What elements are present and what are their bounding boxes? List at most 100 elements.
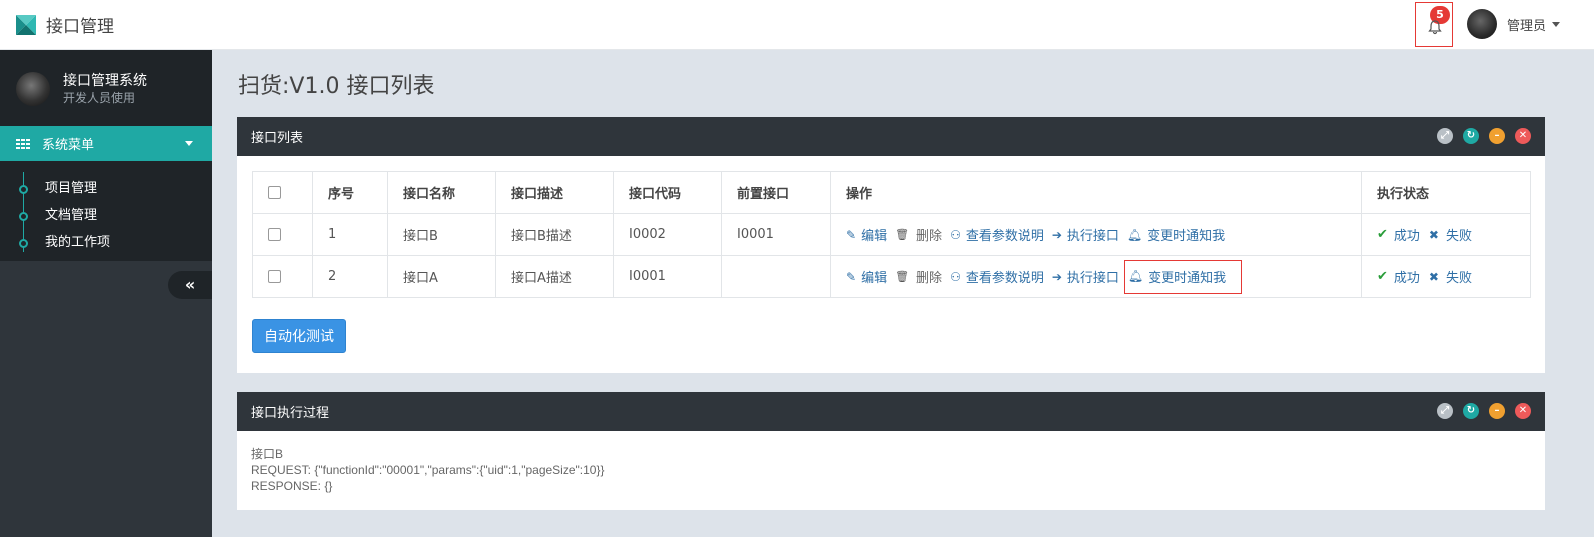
interface-table: 序号 接口名称 接口描述 接口代码 前置接口 操作 执行状态 1 接口B 接口B… — [252, 171, 1531, 298]
pencil-icon: ✎ — [846, 269, 857, 284]
user-menu[interactable]: 管理员 — [1467, 9, 1561, 39]
row-checkbox[interactable] — [268, 228, 281, 241]
panel-header: 接口执行过程 ⤢ ↻ – ✕ — [237, 392, 1545, 431]
sidebar-top: 接口管理系统 开发人员使用 系统菜单 项目管理 文档管理 我的工作项 — [0, 50, 212, 261]
edit-link[interactable]: 编辑 — [861, 225, 887, 244]
circle-icon — [19, 212, 28, 221]
sidebar-profile: 接口管理系统 开发人员使用 — [16, 72, 147, 106]
actions-cell: ✎ 编辑 🗑 删除 ⚇ 查看参数说明 ➔ 执行接口 🔔︎ 变更时通知我 — [830, 255, 1362, 298]
refresh-icon[interactable]: ↻ — [1463, 403, 1479, 419]
sidebar-item-work[interactable]: 我的工作项 — [0, 227, 212, 254]
status-success-link[interactable]: 成功 — [1394, 225, 1420, 244]
auto-test-button[interactable]: 自动化测试 — [252, 319, 346, 353]
binoculars-icon: ⚇ — [950, 227, 961, 242]
desc-cell: 接口B描述 — [495, 213, 614, 256]
profile-avatar — [16, 72, 50, 106]
notification-button[interactable]: 5 — [1415, 2, 1453, 47]
status-fail-link[interactable]: 失败 — [1446, 267, 1472, 286]
column-header: 接口代码 — [613, 171, 722, 214]
pre-cell — [721, 255, 831, 298]
panel-tools: ⤢ ↻ – ✕ — [1437, 403, 1531, 419]
table-row: 1 接口B 接口B描述 I0002 I0001 ✎ 编辑 🗑 删除 ⚇ 查看参数… — [252, 213, 1531, 256]
close-icon[interactable]: ✕ — [1515, 403, 1531, 419]
index-cell: 1 — [312, 213, 388, 256]
log-line: RESPONSE: {} — [251, 479, 333, 493]
status-success-link[interactable]: 成功 — [1394, 267, 1420, 286]
expand-icon[interactable]: ⤢ — [1437, 403, 1453, 419]
select-all-cell — [252, 171, 313, 214]
sidebar-item-docs[interactable]: 文档管理 — [0, 200, 212, 227]
bell-icon: 🔔︎ — [1127, 269, 1144, 283]
name-cell: 接口B — [387, 213, 496, 256]
pencil-icon: ✎ — [846, 227, 857, 242]
table-header-row: 序号 接口名称 接口描述 接口代码 前置接口 操作 执行状态 — [252, 171, 1531, 214]
edit-link[interactable]: 编辑 — [861, 267, 887, 286]
panel-title: 接口列表 — [251, 131, 304, 146]
table-row: 2 接口A 接口A描述 I0001 ✎ 编辑 🗑 删除 ⚇ 查看参数说明 ➔ 执… — [252, 255, 1531, 298]
column-header: 接口描述 — [495, 171, 614, 214]
sidebar-collapse-button[interactable]: « — [168, 271, 212, 299]
refresh-icon[interactable]: ↻ — [1463, 128, 1479, 144]
notify-link[interactable]: 变更时通知我 — [1148, 267, 1226, 286]
code-cell: I0002 — [613, 213, 722, 256]
log-line: 接口B — [251, 447, 284, 461]
sidebar-item-label: 项目管理 — [45, 181, 98, 196]
trash-icon: 🗑 — [895, 228, 910, 241]
status-fail-link[interactable]: 失败 — [1446, 225, 1472, 244]
bell-icon: 🔔︎ — [1126, 227, 1143, 242]
status-cell: ✔ 成功 ✖ 失败 — [1361, 213, 1531, 256]
execute-link[interactable]: 执行接口 — [1067, 225, 1119, 244]
delete-link[interactable]: 删除 — [916, 267, 942, 286]
brand[interactable]: 接口管理 — [16, 12, 114, 37]
panel-tools: ⤢ ↻ – ✕ — [1437, 128, 1531, 144]
app-title: 接口管理 — [46, 17, 114, 37]
arrow-right-icon: ➔ — [1051, 227, 1062, 242]
trash-icon: 🗑 — [895, 270, 910, 283]
view-params-link[interactable]: 查看参数说明 — [966, 267, 1044, 286]
select-all-checkbox[interactable] — [268, 186, 281, 199]
log-line: REQUEST: {"functionId":"00001","params":… — [251, 463, 605, 477]
sidebar-item-project[interactable]: 项目管理 — [0, 173, 212, 200]
brand-logo-icon — [16, 14, 36, 35]
column-header: 操作 — [830, 171, 1362, 214]
panel-title: 接口执行过程 — [251, 406, 330, 421]
column-header: 执行状态 — [1361, 171, 1531, 214]
view-params-link[interactable]: 查看参数说明 — [966, 225, 1044, 244]
desc-cell: 接口A描述 — [495, 255, 614, 298]
interface-list-panel: 接口列表 ⤢ ↻ – ✕ 序号 接口名称 接口描述 接口代码 前置接口 操作 执… — [237, 117, 1545, 373]
delete-link[interactable]: 删除 — [916, 225, 942, 244]
system-menu-toggle[interactable]: 系统菜单 — [0, 126, 212, 161]
expand-icon[interactable]: ⤢ — [1437, 128, 1453, 144]
circle-icon — [19, 239, 28, 248]
profile-subtitle: 开发人员使用 — [63, 90, 136, 105]
index-cell: 2 — [312, 255, 388, 298]
execution-process-panel: 接口执行过程 ⤢ ↻ – ✕ 接口B REQUEST: {"functionId… — [237, 392, 1545, 510]
minimize-icon[interactable]: – — [1489, 128, 1505, 144]
top-navbar: 接口管理 5 管理员 — [0, 0, 1594, 50]
avatar — [1467, 9, 1497, 39]
times-icon: ✖ — [1428, 227, 1439, 242]
row-select-cell — [252, 255, 313, 298]
notify-highlight[interactable]: 🔔︎ 变更时通知我 — [1123, 259, 1243, 294]
check-icon: ✔ — [1377, 227, 1388, 242]
system-menu-label: 系统菜单 — [42, 138, 95, 153]
bell-icon — [1428, 20, 1442, 35]
profile-name: 接口管理系统 — [63, 72, 147, 89]
actions-cell: ✎ 编辑 🗑 删除 ⚇ 查看参数说明 ➔ 执行接口 🔔︎ 变更时通知我 — [830, 213, 1362, 256]
arrow-right-icon: ➔ — [1051, 269, 1062, 284]
minimize-icon[interactable]: – — [1489, 403, 1505, 419]
column-header: 序号 — [312, 171, 388, 214]
sidebar-item-label: 我的工作项 — [45, 235, 111, 250]
execute-link[interactable]: 执行接口 — [1067, 267, 1119, 286]
binoculars-icon: ⚇ — [950, 269, 961, 284]
chevron-down-icon — [185, 141, 193, 146]
user-name: 管理员 — [1507, 18, 1547, 34]
name-cell: 接口A — [387, 255, 496, 298]
close-icon[interactable]: ✕ — [1515, 128, 1531, 144]
row-select-cell — [252, 213, 313, 256]
notify-link[interactable]: 变更时通知我 — [1147, 225, 1225, 244]
execution-log: 接口B REQUEST: {"functionId":"00001","para… — [251, 446, 604, 494]
panel-header: 接口列表 ⤢ ↻ – ✕ — [237, 117, 1545, 156]
row-checkbox[interactable] — [268, 270, 281, 283]
times-icon: ✖ — [1428, 269, 1439, 284]
